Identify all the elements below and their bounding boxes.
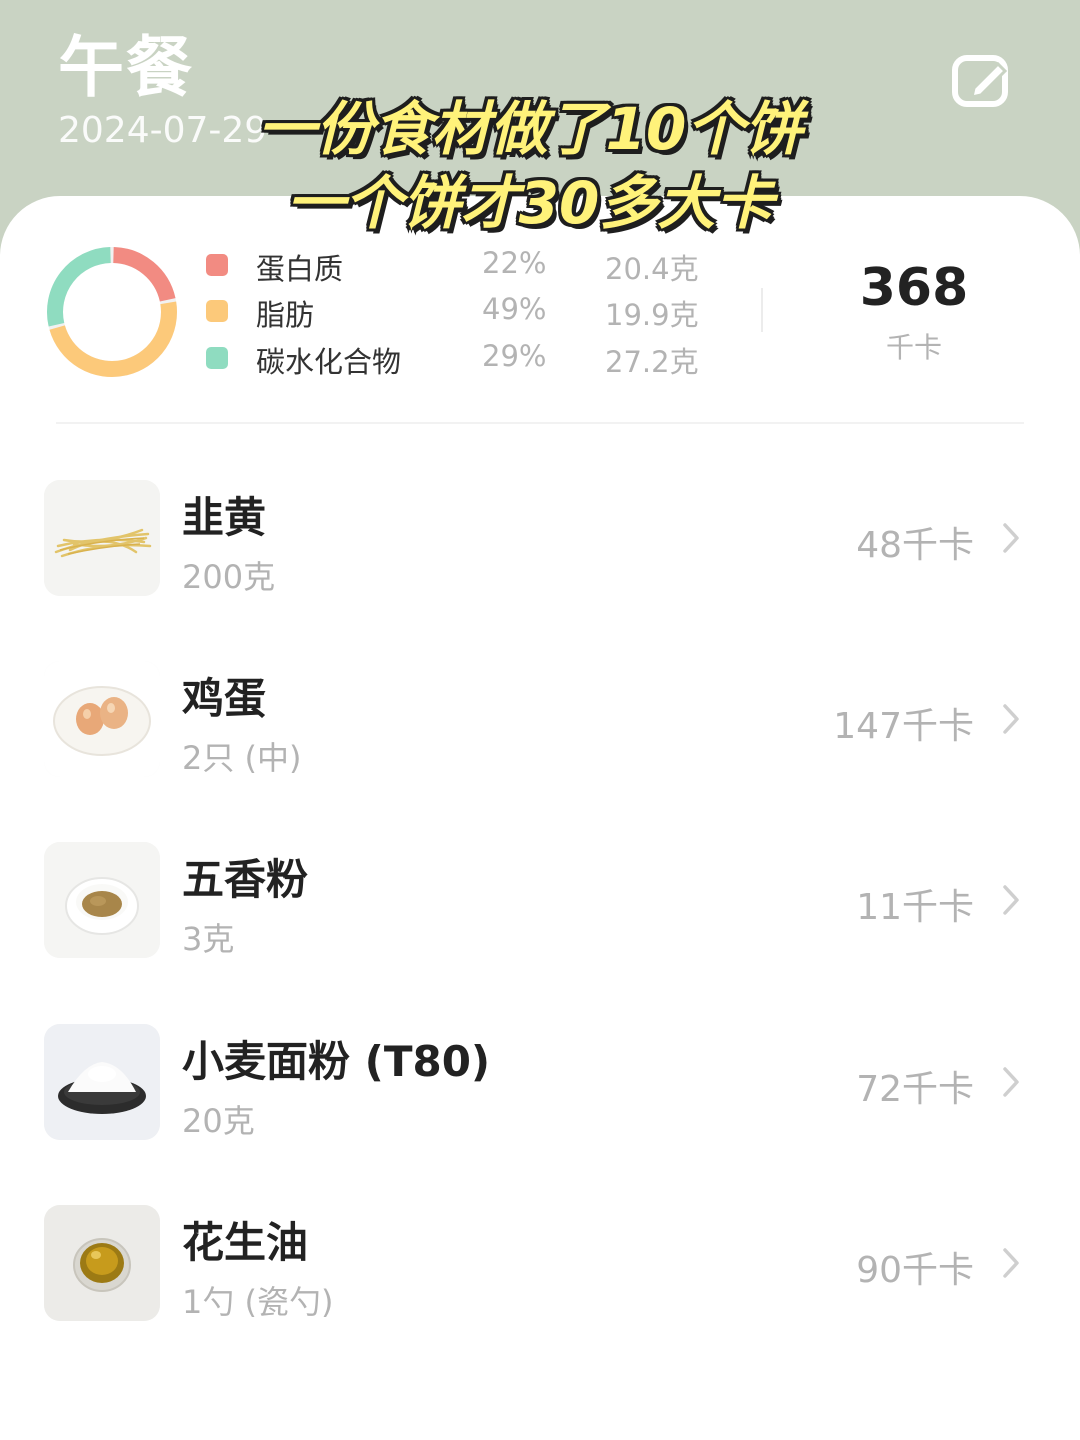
- food-quantity: 3克: [182, 920, 235, 958]
- macro-name: 蛋白质: [256, 252, 344, 286]
- food-quantity: 20克: [182, 1102, 255, 1140]
- carbs-color-dot: [206, 347, 228, 369]
- peanut-oil-image: [44, 1205, 160, 1321]
- food-quantity: 200克: [182, 558, 276, 596]
- food-item-five-spice-powder[interactable]: 五香粉 3克 11千卡: [0, 842, 1080, 962]
- caption-line-2: 一个饼才30多大卡: [286, 169, 774, 237]
- food-calories: 72千卡: [856, 1069, 974, 1110]
- summary-divider: [56, 422, 1024, 424]
- overlay-caption: 一份食材做了10个饼 一个饼才30多大卡: [230, 92, 830, 240]
- meal-title: 午餐: [58, 29, 194, 106]
- wheat-flour-image: [44, 1024, 160, 1140]
- five-spice-powder-image: [44, 842, 160, 958]
- food-item-peanut-oil[interactable]: 花生油 1勺 (瓷勺) 90千卡: [0, 1205, 1080, 1325]
- protein-color-dot: [206, 254, 228, 276]
- macro-percent: 29%: [482, 339, 547, 373]
- food-calories: 147千卡: [833, 706, 974, 747]
- edit-button[interactable]: [950, 52, 1012, 110]
- macro-amount: 20.4克: [605, 252, 699, 286]
- food-name: 鸡蛋: [182, 674, 267, 723]
- food-item-yellow-chives[interactable]: 韭黄 200克 48千卡: [0, 480, 1080, 600]
- total-calories: 368: [859, 258, 969, 318]
- chevron-right-icon: [1003, 885, 1019, 915]
- chevron-right-icon: [1003, 704, 1019, 734]
- macro-row-carbs: 碳水化合物 29% 27.2克: [0, 337, 760, 379]
- macro-row-fat: 脂肪 49% 19.9克: [0, 290, 760, 332]
- food-item-eggs[interactable]: 鸡蛋 2只 (中) 147千卡: [0, 661, 1080, 781]
- eggs-image: [44, 661, 160, 777]
- food-item-wheat-flour[interactable]: 小麦面粉 (T80) 20克 72千卡: [0, 1024, 1080, 1144]
- food-quantity: 2只 (中): [182, 739, 302, 777]
- food-name: 五香粉: [182, 855, 309, 904]
- macro-name: 碳水化合物: [256, 345, 402, 379]
- macro-name: 脂肪: [256, 298, 315, 332]
- food-name: 韭黄: [182, 493, 267, 542]
- caption-line-1: 一份食材做了10个饼: [257, 95, 803, 163]
- macro-amount: 19.9克: [605, 298, 699, 332]
- food-name: 花生油: [182, 1218, 309, 1267]
- food-quantity: 1勺 (瓷勺): [182, 1283, 334, 1321]
- food-calories: 48千卡: [856, 525, 974, 566]
- yellow-chives-image: [44, 480, 160, 596]
- chevron-right-icon: [1003, 523, 1019, 553]
- total-calories-unit: 千卡: [885, 331, 942, 364]
- macro-row-protein: 蛋白质 22% 20.4克: [0, 244, 760, 286]
- meal-card: 蛋白质 22% 20.4克 脂肪 49% 19.9克 碳水化合物 29% 27.…: [0, 196, 1080, 1440]
- vertical-divider: [761, 288, 763, 332]
- chevron-right-icon: [1003, 1248, 1019, 1278]
- fat-color-dot: [206, 300, 228, 322]
- chevron-right-icon: [1003, 1067, 1019, 1097]
- food-calories: 11千卡: [856, 887, 974, 928]
- macro-percent: 49%: [482, 292, 547, 326]
- macro-amount: 27.2克: [605, 345, 699, 379]
- macro-percent: 22%: [482, 246, 547, 280]
- edit-icon: [952, 55, 1008, 107]
- food-name: 小麦面粉 (T80): [182, 1037, 491, 1086]
- food-calories: 90千卡: [856, 1250, 974, 1291]
